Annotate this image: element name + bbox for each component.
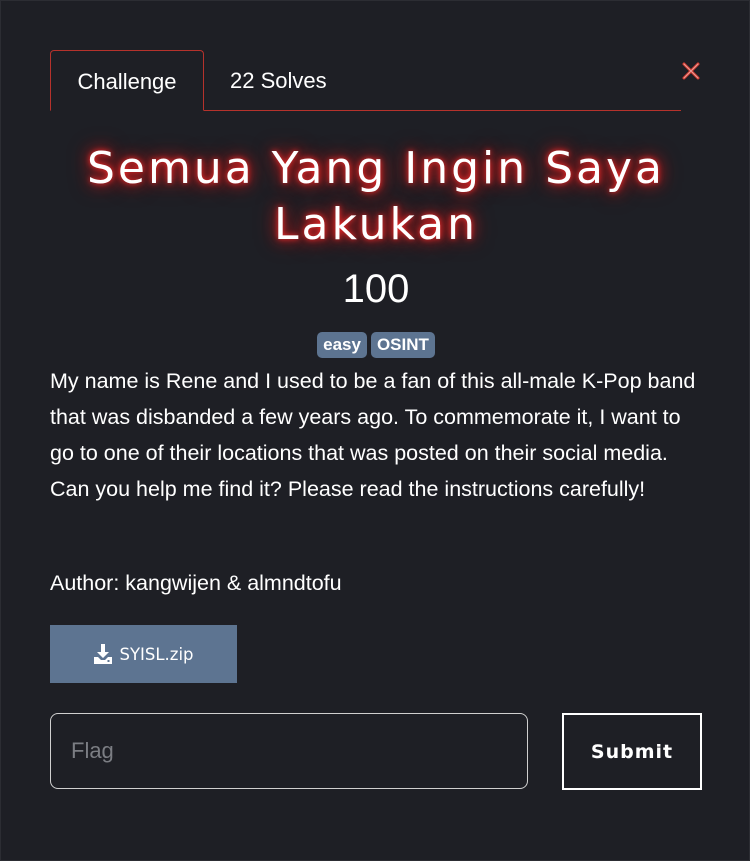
tab-solves[interactable]: 22 Solves bbox=[230, 50, 327, 110]
challenge-modal: Challenge 22 Solves Semua Yang Ingin Say… bbox=[0, 0, 750, 861]
challenge-tags: easy OSINT bbox=[1, 332, 750, 358]
challenge-description: My name is Rene and I used to be a fan o… bbox=[50, 369, 696, 501]
challenge-author: Author: kangwijen & almndtofu bbox=[50, 571, 342, 595]
download-icon bbox=[93, 643, 113, 665]
download-file-button[interactable]: SYISL.zip bbox=[50, 625, 237, 683]
challenge-title: Semua Yang Ingin Saya Lakukan bbox=[86, 143, 666, 250]
submit-button[interactable]: Submit bbox=[562, 713, 702, 790]
close-icon[interactable] bbox=[681, 61, 701, 81]
tag-category: OSINT bbox=[370, 332, 435, 358]
download-filename: SYISL.zip bbox=[119, 644, 194, 664]
tab-challenge[interactable]: Challenge bbox=[50, 50, 204, 111]
challenge-points: 100 bbox=[342, 267, 410, 311]
flag-input[interactable] bbox=[50, 713, 528, 789]
modal-tabs: Challenge 22 Solves bbox=[50, 50, 681, 111]
tag-difficulty: easy bbox=[317, 332, 367, 358]
